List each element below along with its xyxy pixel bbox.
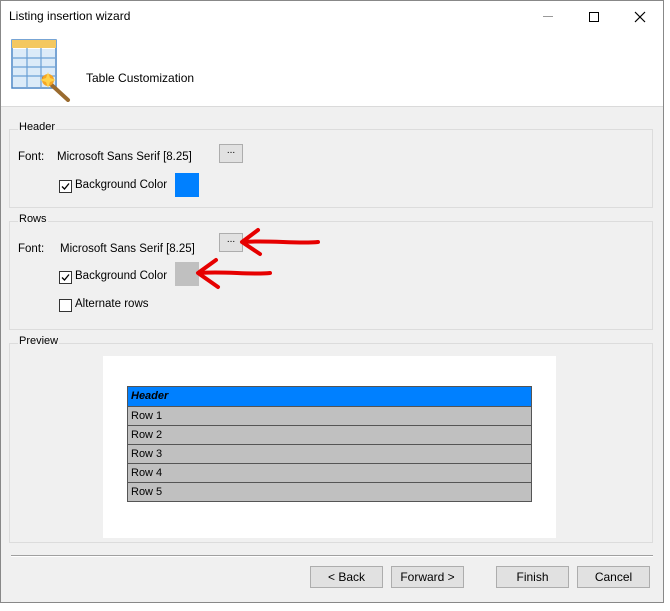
preview-table: Header Row 1 Row 2 Row 3 Row 4 Row 5 (127, 386, 532, 502)
rows-groupbox: Rows Font: Microsoft Sans Serif [8.25] .… (9, 213, 653, 330)
header-groupbox: Header Font: Microsoft Sans Serif [8.25]… (9, 121, 653, 208)
preview-row: Row 5 (128, 482, 531, 501)
rows-font-label: Font: (18, 243, 45, 255)
title-bar: Listing insertion wizard (1, 1, 663, 32)
preview-group-label: Preview (18, 335, 60, 347)
header-font-value: Microsoft Sans Serif [8.25] (57, 151, 192, 163)
header-background-swatch[interactable] (175, 173, 199, 197)
annotation-arrow-icon (196, 258, 272, 289)
wizard-subtitle: Table Customization (86, 71, 195, 85)
minimize-button[interactable] (525, 1, 571, 32)
finish-button[interactable]: Finish (496, 566, 569, 588)
preview-row: Row 4 (128, 463, 531, 482)
rows-background-checkbox[interactable] (59, 271, 72, 284)
preview-groupbox: Preview Header Row 1 Row 2 Row 3 Row 4 R… (9, 335, 653, 543)
preview-canvas: Header Row 1 Row 2 Row 3 Row 4 Row 5 (103, 356, 556, 538)
preview-row: Row 3 (128, 444, 531, 463)
alternate-rows-label: Alternate rows (75, 298, 149, 310)
back-button[interactable]: < Back (310, 566, 383, 588)
minimize-icon (543, 16, 553, 17)
maximize-button[interactable] (571, 1, 617, 32)
check-icon (61, 183, 70, 190)
cancel-button[interactable]: Cancel (577, 566, 650, 588)
wizard-header: Table Customization (1, 32, 663, 106)
maximize-icon (589, 11, 599, 22)
check-icon (61, 274, 70, 281)
rows-font-value: Microsoft Sans Serif [8.25] (60, 243, 195, 255)
preview-row: Row 2 (128, 425, 531, 444)
header-font-button[interactable]: ... (219, 144, 243, 163)
forward-button[interactable]: Forward > (391, 566, 464, 588)
rows-background-label: Background Color (75, 270, 168, 282)
close-icon (634, 11, 646, 22)
table-wizard-icon (11, 39, 70, 102)
header-background-label: Background Color (75, 179, 168, 191)
annotation-arrow-icon (240, 228, 320, 256)
preview-header-row: Header (128, 387, 531, 406)
preview-row: Row 1 (128, 406, 531, 425)
rows-group-label: Rows (18, 213, 48, 225)
header-font-label: Font: (18, 151, 45, 163)
footer-divider-highlight (11, 556, 653, 557)
alternate-rows-checkbox[interactable] (59, 299, 72, 312)
header-group-label: Header (18, 121, 57, 133)
header-background-checkbox[interactable] (59, 180, 72, 193)
window-title: Listing insertion wizard (9, 9, 131, 23)
close-button[interactable] (617, 1, 663, 32)
header-divider (1, 106, 663, 107)
wizard-window: Listing insertion wizard Table Customiza… (0, 0, 664, 603)
